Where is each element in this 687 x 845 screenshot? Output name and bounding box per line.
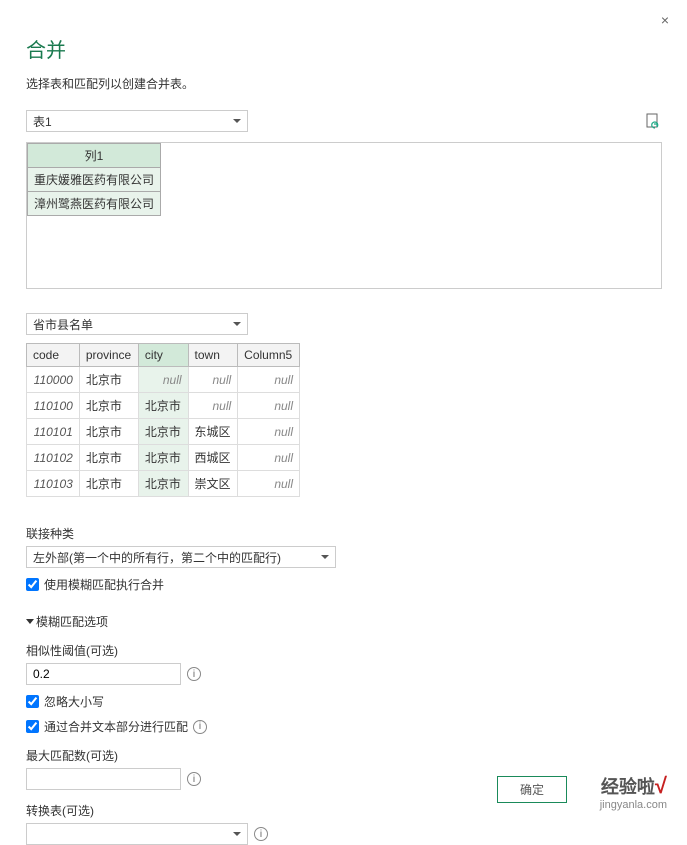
table-cell[interactable]: 北京市 xyxy=(79,471,138,497)
table-cell[interactable]: null xyxy=(238,445,300,471)
match-text-parts-checkbox[interactable] xyxy=(26,720,39,733)
table-cell[interactable]: 北京市 xyxy=(79,393,138,419)
max-matches-input[interactable] xyxy=(26,768,181,790)
preview-cell[interactable]: 重庆媛雅医药有限公司 xyxy=(28,168,161,192)
table-cell[interactable]: null xyxy=(238,393,300,419)
preview-cell[interactable]: 漳州鹭燕医药有限公司 xyxy=(28,192,161,216)
join-kind-dropdown[interactable]: 左外部(第一个中的所有行，第二个中的匹配行) xyxy=(26,546,336,568)
table-cell[interactable]: 110100 xyxy=(27,393,80,419)
table-cell[interactable]: null xyxy=(238,471,300,497)
preview-col-header[interactable]: 列1 xyxy=(28,144,161,168)
watermark: 经验啦√ jingyanla.com xyxy=(600,773,667,811)
info-icon[interactable]: i xyxy=(254,827,268,841)
fuzzy-options-expander[interactable]: 模糊匹配选项 xyxy=(26,613,661,630)
table-cell[interactable]: 北京市 xyxy=(138,419,188,445)
table-row[interactable]: 110101北京市北京市东城区null xyxy=(27,419,300,445)
dialog-title: 合并 xyxy=(26,34,661,63)
table-cell[interactable]: 北京市 xyxy=(138,471,188,497)
table-cell[interactable]: null xyxy=(238,419,300,445)
table-row[interactable]: 110100北京市北京市nullnull xyxy=(27,393,300,419)
table-cell[interactable]: 北京市 xyxy=(138,393,188,419)
column-header[interactable]: code xyxy=(27,344,80,367)
table-cell[interactable]: 110101 xyxy=(27,419,80,445)
table-cell[interactable]: null xyxy=(188,367,238,393)
column-header[interactable]: town xyxy=(188,344,238,367)
table-row[interactable]: 110102北京市北京市西城区null xyxy=(27,445,300,471)
table-cell[interactable]: 110000 xyxy=(27,367,80,393)
table-cell[interactable]: 北京市 xyxy=(79,445,138,471)
source2-selected: 省市县名单 xyxy=(33,316,93,333)
ignore-case-row[interactable]: 忽略大小写 xyxy=(26,693,661,710)
close-icon[interactable]: × xyxy=(661,12,669,28)
source1-preview-table[interactable]: 列1 重庆媛雅医药有限公司漳州鹭燕医药有限公司 xyxy=(27,143,161,216)
table-row[interactable]: 110000北京市nullnullnull xyxy=(27,367,300,393)
fuzzy-match-label: 使用模糊匹配执行合并 xyxy=(44,576,164,593)
source1-preview: 列1 重庆媛雅医药有限公司漳州鹭燕医药有限公司 xyxy=(26,142,662,289)
ignore-case-label: 忽略大小写 xyxy=(44,693,104,710)
table-cell[interactable]: null xyxy=(188,393,238,419)
table-cell[interactable]: 110102 xyxy=(27,445,80,471)
table-cell[interactable]: 110103 xyxy=(27,471,80,497)
match-text-parts-row[interactable]: 通过合并文本部分进行匹配 i xyxy=(26,718,661,735)
source2-preview-table[interactable]: codeprovincecitytownColumn5 110000北京市nul… xyxy=(26,343,300,497)
fuzzy-match-checkbox-row[interactable]: 使用模糊匹配执行合并 xyxy=(26,576,661,593)
threshold-input[interactable] xyxy=(26,663,181,685)
refresh-icon[interactable] xyxy=(645,113,661,129)
column-header[interactable]: city xyxy=(138,344,188,367)
table-cell[interactable]: 崇文区 xyxy=(188,471,238,497)
table-cell[interactable]: 北京市 xyxy=(79,367,138,393)
match-text-parts-label: 通过合并文本部分进行匹配 xyxy=(44,718,188,735)
info-icon[interactable]: i xyxy=(187,772,201,786)
threshold-label: 相似性阈值(可选) xyxy=(26,642,661,659)
fuzzy-options-label: 模糊匹配选项 xyxy=(36,613,108,630)
dialog-subtitle: 选择表和匹配列以创建合并表。 xyxy=(26,75,661,92)
fuzzy-match-checkbox[interactable] xyxy=(26,578,39,591)
transform-table-dropdown[interactable] xyxy=(26,823,248,845)
source1-dropdown[interactable]: 表1 xyxy=(26,110,248,132)
max-matches-label: 最大匹配数(可选) xyxy=(26,747,661,764)
column-header[interactable]: province xyxy=(79,344,138,367)
transform-table-label: 转换表(可选) xyxy=(26,802,661,819)
info-icon[interactable]: i xyxy=(193,720,207,734)
join-kind-label: 联接种类 xyxy=(26,525,661,542)
chevron-down-icon xyxy=(26,619,34,624)
table-cell[interactable]: 西城区 xyxy=(188,445,238,471)
ok-button[interactable]: 确定 xyxy=(497,776,567,803)
join-kind-selected: 左外部(第一个中的所有行，第二个中的匹配行) xyxy=(33,549,281,566)
source2-dropdown[interactable]: 省市县名单 xyxy=(26,313,248,335)
table-cell[interactable]: 东城区 xyxy=(188,419,238,445)
table-cell[interactable]: null xyxy=(138,367,188,393)
source1-selected: 表1 xyxy=(33,113,52,130)
table-cell[interactable]: null xyxy=(238,367,300,393)
ignore-case-checkbox[interactable] xyxy=(26,695,39,708)
table-cell[interactable]: 北京市 xyxy=(138,445,188,471)
table-cell[interactable]: 北京市 xyxy=(79,419,138,445)
table-row[interactable]: 110103北京市北京市崇文区null xyxy=(27,471,300,497)
column-header[interactable]: Column5 xyxy=(238,344,300,367)
info-icon[interactable]: i xyxy=(187,667,201,681)
